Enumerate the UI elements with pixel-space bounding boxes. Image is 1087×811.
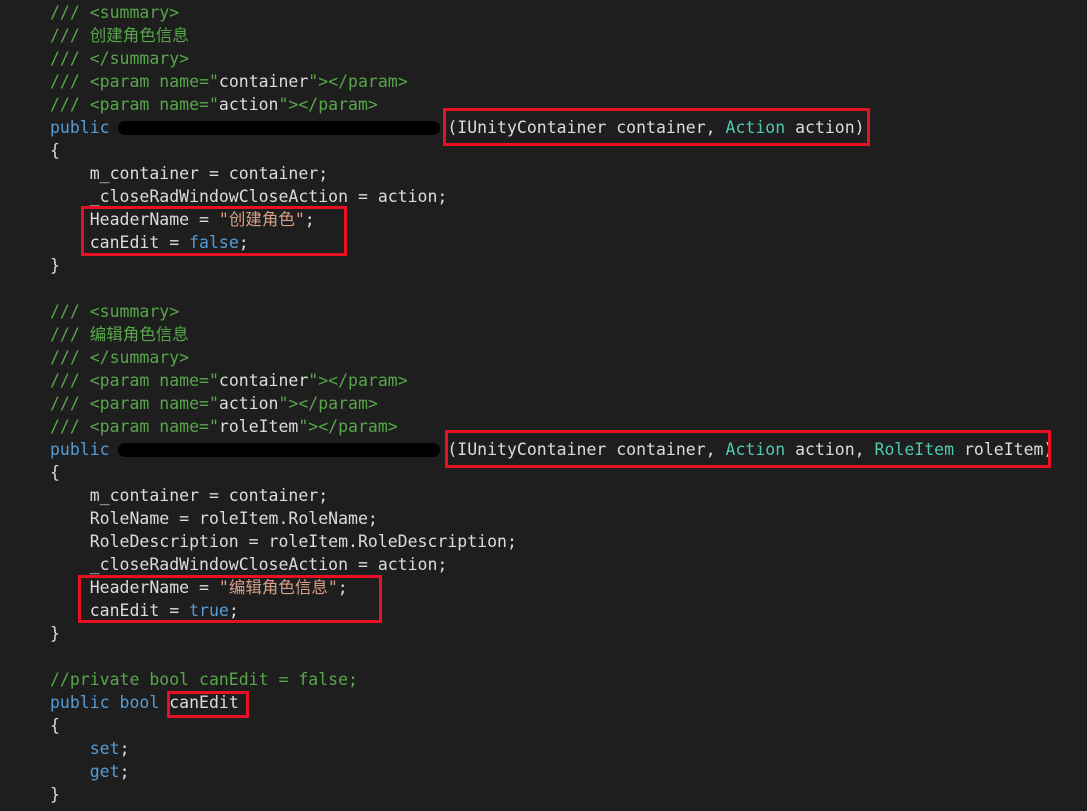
code-editor[interactable]: /// <summary> /// 创建角色信息 /// </summary> ///… <box>0 0 1087 811</box>
code-line: get; <box>50 760 130 783</box>
code-line: RoleDescription = roleItem.RoleDescripti… <box>50 530 517 553</box>
code-token: _closeRadWindowCloseAction = action; <box>50 187 448 206</box>
code-token: action <box>218 394 279 413</box>
code-token: _closeRadWindowCloseAction = action; <box>50 555 448 574</box>
code-line: RoleName = roleItem.RoleName; <box>50 507 378 530</box>
code-line: { <box>50 714 60 737</box>
code-line: m_container = container; <box>50 484 328 507</box>
code-line: //private bool canEdit = false; <box>50 668 358 691</box>
highlight-box-ctor2-body <box>78 575 382 623</box>
code-token: ; <box>119 739 130 758</box>
code-token: "></param> <box>278 95 378 114</box>
highlight-box-ctor1-body <box>81 206 347 256</box>
code-line: } <box>50 783 60 806</box>
code-line: /// </summary> <box>50 47 189 70</box>
redaction-mark-1 <box>118 121 440 135</box>
code-token: /// <param name=" <box>50 371 219 390</box>
code-line: /// <param name="roleItem"></param> <box>50 415 398 438</box>
code-token: } <box>50 624 60 643</box>
code-token: container <box>218 72 309 91</box>
code-token: set <box>89 739 120 758</box>
highlight-box-ctor2-params <box>445 430 1051 468</box>
code-line: /// 编辑角色信息 <box>50 323 189 346</box>
code-line: } <box>50 254 60 277</box>
code-line: /// </summary> <box>50 346 189 369</box>
code-line: { <box>50 139 60 162</box>
code-token: //private bool canEdit = false; <box>50 670 358 689</box>
code-token: /// <param name=" <box>50 417 219 436</box>
code-token: public <box>50 693 110 712</box>
code-token: } <box>50 256 60 275</box>
code-line: m_container = container; <box>50 162 328 185</box>
redaction-mark-2 <box>118 443 440 457</box>
code-line: } <box>50 622 60 645</box>
code-token: ; <box>119 762 130 781</box>
code-line: /// <param name="action"></param> <box>50 93 378 116</box>
highlight-box-ctor1-params <box>443 108 870 146</box>
code-token: /// </summary> <box>50 348 190 367</box>
code-line: /// <param name="action"></param> <box>50 392 378 415</box>
code-line: /// 创建角色信息 <box>50 24 189 47</box>
code-token: "></param> <box>278 394 378 413</box>
code-token: { <box>50 716 60 735</box>
code-token: { <box>50 141 60 160</box>
code-token: /// <param name=" <box>50 95 219 114</box>
code-token: /// <param name=" <box>50 394 219 413</box>
code-token: action <box>218 95 279 114</box>
code-token: /// 编辑角色信息 <box>50 325 189 344</box>
code-token: "></param> <box>308 72 408 91</box>
code-line: /// <summary> <box>50 300 179 323</box>
code-token: m_container = container; <box>50 486 329 505</box>
code-line: /// <summary> <box>50 1 179 24</box>
code-token: public <box>50 118 110 137</box>
code-token: get <box>89 762 120 781</box>
code-line: _closeRadWindowCloseAction = action; <box>50 553 448 576</box>
code-token: } <box>50 785 60 804</box>
code-token: "></param> <box>298 417 398 436</box>
code-token: RoleName = roleItem.RoleName; <box>50 509 378 528</box>
highlight-box-canedit-property <box>167 691 249 718</box>
code-token: /// <summary> <box>50 3 180 22</box>
code-line: { <box>50 461 60 484</box>
code-token: bool <box>119 693 160 712</box>
code-token: RoleDescription = roleItem.RoleDescripti… <box>50 532 517 551</box>
code-token: /// 创建角色信息 <box>50 26 189 45</box>
code-token: /// <summary> <box>50 302 180 321</box>
code-token: /// <param name=" <box>50 72 219 91</box>
code-token: roleItem <box>218 417 299 436</box>
code-line: /// <param name="container"></param> <box>50 70 408 93</box>
code-token: container <box>218 371 309 390</box>
code-token: /// </summary> <box>50 49 190 68</box>
code-token: m_container = container; <box>50 164 329 183</box>
code-line: /// <param name="container"></param> <box>50 369 408 392</box>
code-token: public <box>50 440 110 459</box>
code-line: _closeRadWindowCloseAction = action; <box>50 185 448 208</box>
code-token: "></param> <box>308 371 408 390</box>
code-token: { <box>50 463 60 482</box>
code-line: set; <box>50 737 130 760</box>
